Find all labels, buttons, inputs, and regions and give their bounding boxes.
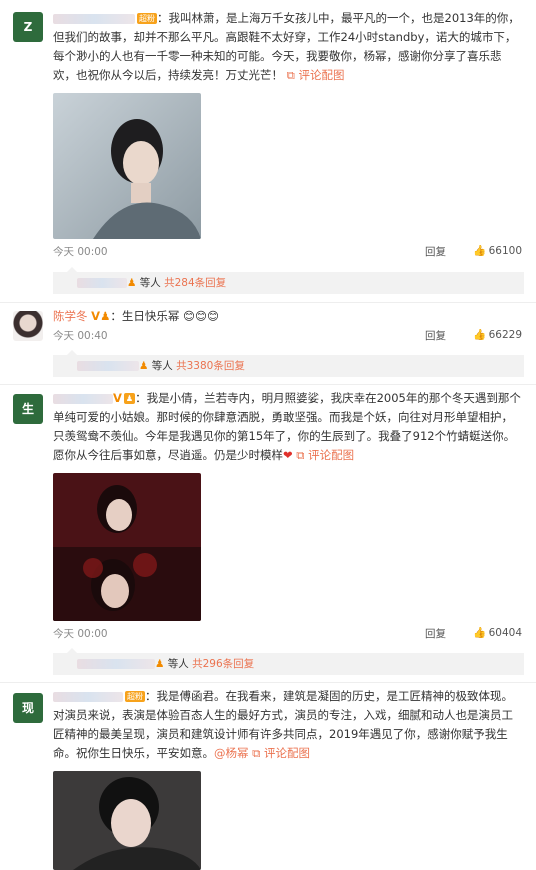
fan-icon: ♟	[139, 360, 149, 372]
reply-button[interactable]: 回复	[425, 626, 446, 641]
like-button[interactable]: 👍 60404	[473, 626, 522, 639]
replies-prefix: 等人	[167, 658, 189, 670]
replies-count[interactable]: 共296条回复	[192, 658, 254, 670]
view-image-link[interactable]: ⧉ 评论配图	[252, 746, 310, 760]
avatar[interactable]: 生	[13, 394, 43, 424]
comment-meta: 今天 00:40 回复 👍 66229	[53, 328, 522, 344]
smile-emoji-icons: 😊😊😊	[183, 309, 219, 323]
comment-feed: Z 超粉 ：我叫林萧，是上海万千女孩儿中，最平凡的一个，也是2013年的你，但我们…	[0, 0, 536, 870]
avatar[interactable]	[13, 311, 43, 341]
comment-image[interactable]	[53, 771, 201, 870]
mention-link[interactable]: @杨幂	[214, 746, 249, 760]
fan-badge: 超粉	[137, 13, 157, 24]
thumbs-up-icon: 👍	[473, 329, 487, 341]
fan-badge: ♟	[123, 393, 136, 404]
timestamp: 今天 00:00	[53, 246, 108, 258]
like-count: 66100	[488, 245, 522, 257]
avatar[interactable]: 现	[13, 693, 43, 723]
heart-icon: ❤	[283, 448, 293, 462]
avatar[interactable]: Z	[13, 12, 43, 42]
avatar-initial: 现	[21, 701, 34, 715]
fan-icon: ♟	[100, 309, 111, 323]
divider	[0, 302, 536, 303]
comment-meta: 今天 00:00 回复 👍 60404	[53, 626, 522, 642]
timestamp: 今天 00:00	[53, 628, 108, 640]
replies-prefix: 等人	[151, 360, 173, 372]
reply-button[interactable]: 回复	[425, 244, 446, 259]
replier-blurred	[77, 278, 127, 288]
replies-bar[interactable]: ♟ 等人 共284条回复	[53, 267, 524, 294]
replier-blurred	[77, 659, 155, 669]
thumbs-up-icon: 👍	[473, 245, 487, 257]
fan-icon: ♟	[127, 277, 137, 289]
replies-bar[interactable]: ♟ 等人 共296条回复	[53, 648, 524, 675]
comment-image[interactable]	[53, 93, 201, 239]
replies-bar[interactable]: ♟ 等人 共3380条回复	[53, 350, 524, 377]
replier-blurred	[77, 361, 139, 371]
like-count: 60404	[488, 627, 522, 639]
reply-button[interactable]: 回复	[425, 328, 446, 343]
username-blurred[interactable]	[53, 691, 123, 702]
fan-badge: 超粉	[125, 691, 145, 702]
replies-prefix: 等人	[139, 277, 161, 289]
comment-text: ：生日快乐幂	[110, 309, 180, 323]
thumbs-up-icon: 👍	[473, 627, 487, 639]
comment-image[interactable]	[53, 473, 201, 621]
avatar-initial: 生	[21, 402, 34, 416]
timestamp: 今天 00:40	[53, 330, 108, 342]
verified-icon: V	[113, 391, 122, 405]
like-button[interactable]: 👍 66100	[473, 244, 522, 257]
fan-icon: ♟	[155, 658, 165, 670]
view-image-link[interactable]: ⧉ 评论配图	[287, 68, 345, 82]
like-button[interactable]: 👍 66229	[473, 328, 522, 341]
view-image-link[interactable]: ⧉ 评论配图	[296, 448, 354, 462]
replies-count[interactable]: 共284条回复	[164, 277, 226, 289]
verified-icon: V	[91, 309, 101, 323]
comment-body: 超粉 ：我是傅函君。在我看来，建筑是凝固的历史，是工匠精神的极致体现。对演员来说，…	[53, 687, 524, 763]
comment-meta: 今天 00:00 回复 👍 66100	[53, 244, 522, 260]
replies-count[interactable]: 共3380条回复	[176, 360, 245, 372]
comment-body: 陈学冬 V♟：生日快乐幂 😊😊😊	[53, 307, 524, 326]
divider	[0, 682, 536, 683]
username-blurred[interactable]	[53, 13, 135, 24]
divider	[0, 384, 536, 385]
like-count: 66229	[488, 329, 522, 341]
comment-body: V ♟ ：我是小倩，兰若寺内，明月照婆娑，我庆幸在2005年的那个冬天遇到那个单纯可…	[53, 389, 524, 465]
username-blurred[interactable]	[53, 393, 113, 404]
comment-body: 超粉 ：我叫林萧，是上海万千女孩儿中，最平凡的一个，也是2013年的你，但我们的故…	[53, 9, 524, 85]
username[interactable]: 陈学冬	[53, 309, 88, 323]
